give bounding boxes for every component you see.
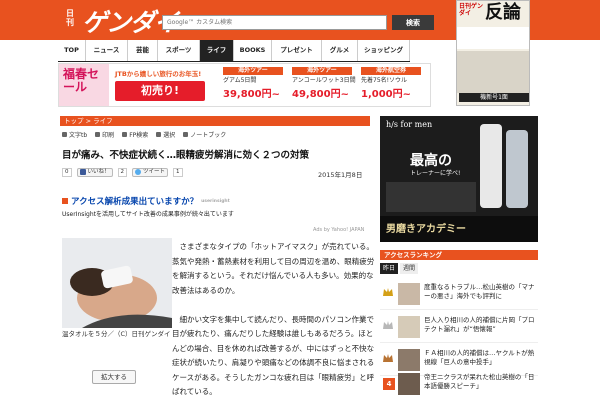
gold-crown-icon (383, 288, 393, 296)
deal-2[interactable]: 海外ツアー アンコールワット3日間 49,800円~ (292, 67, 360, 105)
access-analytics-ad[interactable]: アクセス解析成果出ていますか？ userinsight UserInsightを活… (62, 195, 362, 225)
search-icon (122, 131, 128, 137)
facebook-like-button[interactable]: いいね！ (76, 167, 113, 177)
nav-item-shopping[interactable]: ショッピング (358, 40, 410, 61)
man-with-towel-illustration (62, 238, 172, 328)
article-photo[interactable] (62, 238, 172, 328)
banner-left-panel: 福春セール (59, 64, 109, 106)
access-ad-source: userinsight (201, 198, 230, 204)
magazine-title: 反論 (485, 2, 521, 23)
deal-price: 39,800円~ (223, 89, 280, 100)
deal-tag: 海外ツアー (292, 67, 352, 75)
deal-1[interactable]: 海外ツアー グアム5日間 39,800円~ (223, 67, 291, 105)
banner-mid-panel: JTBから嬉しい旅行のお年玉! 初売り! (109, 64, 219, 106)
side-ad-catch: 最高の (410, 153, 452, 169)
ranking-title: ＦＡ相川の人的補償は…ヤクルトが熱視線「巨人の意中投手」 (424, 349, 535, 366)
nav-item-sports[interactable]: スポーツ (158, 40, 200, 61)
article-date: 2015年1月8日 (318, 171, 363, 179)
article-toolbar: 文字tb 印刷 FP検索 選択 ノートブック (62, 129, 226, 139)
print-icon (95, 131, 101, 137)
article-body: さまざまなタイプの「ホットアイマスク」が売れている。蒸気や発熱・蓄熱素材を利用し… (172, 240, 378, 400)
banner-sale-text: 初売り! (115, 81, 205, 101)
nav-item-present[interactable]: プレゼント (272, 40, 322, 61)
ranking-tabs: 昨日 週間 (380, 263, 538, 274)
tweet-button[interactable]: ツイート (132, 167, 169, 177)
deal-tag: 海外ツアー (223, 67, 283, 75)
tool-print[interactable]: 印刷 (95, 129, 114, 139)
ads-by-label[interactable]: Ads by Yahoo! JAPAN (313, 227, 364, 233)
tool-notebook[interactable]: ノートブック (183, 129, 226, 139)
ranking-item[interactable]: 4 帝王ニクラスが呆れた松山英樹の「日本語優勝スピーチ」 (380, 370, 538, 400)
deal-desc: アンコールワット3日間 (292, 77, 356, 84)
ranking-number: 4 (383, 378, 395, 390)
access-ad-desc: UserInsightを活用してサイト改善の成果事例が続々出ています (62, 211, 234, 218)
nav-item-life[interactable]: ライフ (200, 40, 234, 61)
notebook-icon (183, 131, 189, 137)
font-size-icon (62, 131, 67, 137)
breadcrumb[interactable]: トップ > ライフ (60, 116, 370, 126)
ranking-thumbnail (398, 283, 420, 305)
ranking-item[interactable]: 巨人入り相川の人的補償に片岡「プロテクト漏れ」が“悟懐報” (380, 313, 538, 343)
ranking-thumbnail (398, 349, 420, 371)
article-paragraph: さまざまなタイプの「ホットアイマスク」が売れている。蒸気や発熱・蓄熱素材を利用し… (172, 242, 375, 295)
ranking-title: 帝王ニクラスが呆れた松山英樹の「日本語優勝スピーチ」 (424, 373, 535, 390)
search-button[interactable]: 検索 (392, 15, 434, 30)
mens-cosmetics-ad[interactable]: h/s for men 最高の トレーナーに学べ! 男磨きアカデミー (380, 116, 538, 242)
nav-item-top[interactable]: TOP (58, 40, 86, 61)
share-row: 0 いいね！ 2 ツイート 1 (62, 167, 183, 177)
select-icon (156, 131, 162, 137)
side-ad-catch2: トレーナーに学べ! (410, 170, 461, 177)
ranking-item[interactable]: 度重なるトラブル…松山英樹の「マナーの悪さ」海外でも評判に (380, 280, 538, 310)
deal-price: 49,800円~ (292, 89, 349, 100)
photo-caption: 温タオルを５分／（C）日刊ゲンダイ (62, 330, 171, 338)
twitter-icon (135, 169, 142, 175)
side-ad-brand: h/s for men (386, 120, 433, 129)
play-icon (62, 198, 68, 204)
travel-banner-ad[interactable]: 福春セール JTBから嬉しい旅行のお年玉! 初売り! 海外ツアー グアム5日間 … (58, 63, 431, 107)
deal-3[interactable]: 海外航空券 先着75名!ソウル 1,000円~ (361, 67, 429, 105)
main-nav: TOP ニュース 芸能 スポーツ ライフ BOOKS プレゼント グルメ ショッ… (58, 40, 410, 62)
bronze-crown-icon (383, 354, 393, 362)
enlarge-button[interactable]: 拡大する (92, 370, 136, 384)
ranking-header: アクセスランキング (380, 250, 538, 260)
banner-jtb-text: JTBから嬉しい旅行のお年玉! (115, 70, 202, 78)
magazine-date: 機新号1面 (459, 93, 529, 102)
side-ad-bottom: 男磨きアカデミー (386, 224, 466, 235)
gplus-count: 2 (117, 167, 128, 177)
nav-item-books[interactable]: BOOKS (234, 40, 272, 61)
facebook-icon (79, 169, 86, 175)
access-ad-title[interactable]: アクセス解析成果出ていますか？ userinsight (62, 195, 362, 207)
banner-left-text: 福春セール (63, 67, 100, 94)
ranking-title: 巨人入り相川の人的補償に片岡「プロテクト漏れ」が“悟懐報” (424, 316, 535, 333)
article-paragraph: 細かい文字を集中して読んだり、長時間のパソコン作業で目が疲れたり、痛んだりした経… (172, 314, 375, 397)
silver-crown-icon (383, 321, 393, 329)
deal-tag: 海外航空券 (361, 67, 421, 75)
fb-count: 0 (62, 167, 72, 177)
nav-item-entertainment[interactable]: 芸能 (128, 40, 158, 61)
nav-item-gourmet[interactable]: グルメ (322, 40, 358, 61)
nav-item-news[interactable]: ニュース (86, 40, 128, 61)
tab-yesterday[interactable]: 昨日 (380, 263, 398, 274)
ranking-thumbnail (398, 316, 420, 338)
deal-desc: 先着75名!ソウル (361, 77, 408, 84)
logo-small: 日刊 (66, 8, 74, 27)
article-headline: 目が痛み、不快症状続く…眼精疲労解消に効く２つの対策 (62, 150, 310, 161)
magazine-sub: 日刊ゲンダイ (459, 3, 484, 17)
ranking-thumbnail (398, 373, 420, 395)
search-input[interactable] (162, 15, 387, 30)
ranking-title: 度重なるトラブル…松山英樹の「マナーの悪さ」海外でも評判に (424, 283, 535, 300)
tweet-count: 1 (173, 167, 183, 177)
deal-desc: グアム5日間 (223, 77, 257, 84)
magazine-ad[interactable]: 日刊ゲンダイ 反論 機新号1面 (456, 0, 530, 106)
tool-fp-search[interactable]: FP検索 (122, 129, 148, 139)
tool-font-size[interactable]: 文字tb (62, 129, 87, 139)
tab-weekly[interactable]: 週間 (400, 263, 418, 274)
tool-select[interactable]: 選択 (156, 129, 175, 139)
deal-price: 1,000円~ (361, 89, 412, 100)
